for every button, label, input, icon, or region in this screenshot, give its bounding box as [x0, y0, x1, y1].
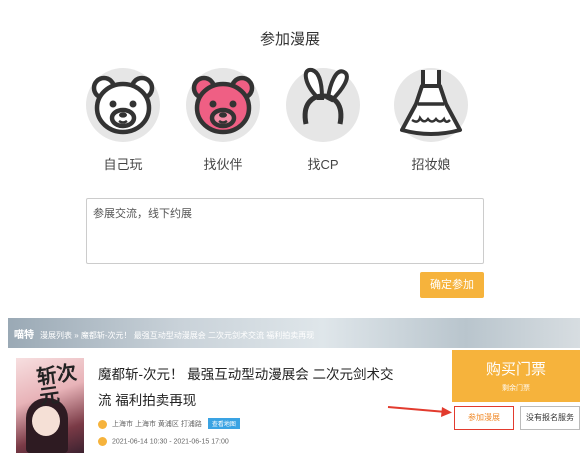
event-title[interactable]: 魔都斩-次元！ 最强互动型动漫展会 二次元剑术交流 福利拍卖再现: [98, 362, 398, 414]
bear-face-icon: [86, 68, 160, 142]
event-card: 喵特 漫展列表 » 魔都斩-次元！ 最强互动型动漫展会 二次元剑术交流 福利拍卖再…: [8, 318, 580, 453]
bunny-ears-headband-icon: [286, 67, 360, 142]
poster-figure-face: [32, 406, 60, 436]
section-title: 参加漫展: [259, 31, 320, 48]
option-label: 找伙伴: [203, 157, 243, 172]
dress-icon: [394, 68, 468, 142]
confirm-join-button[interactable]: 确定参加: [420, 272, 484, 298]
option-recruit-makeup[interactable]: 招妆娘: [386, 64, 476, 173]
event-address: 上海市 上海市 黄浦区 打浦路: [112, 421, 202, 428]
message-textarea[interactable]: 参展交流，线下约展: [86, 198, 484, 264]
option-label: 招妆娘: [411, 157, 451, 172]
buy-ticket-label: 购买门票: [485, 361, 546, 378]
view-map-button[interactable]: 查看地图: [207, 418, 240, 429]
no-registration-service-button[interactable]: 没有报名服务: [520, 406, 580, 430]
option-find-partner[interactable]: 找伙伴: [178, 64, 268, 173]
location-icon: [98, 419, 107, 429]
bear-face-icon: [186, 68, 260, 142]
buy-ticket-sub: 剩余门票: [502, 385, 530, 392]
pointer-arrow-icon: [387, 406, 452, 417]
breadcrumb: 喵特 漫展列表 » 魔都斩-次元！ 最强互动型动漫展会 二次元剑术交流 福利拍卖再…: [14, 326, 314, 341]
event-time: 2021-06-14 10:30 - 2021-06-15 17:00: [112, 438, 229, 446]
event-banner: 喵特 漫展列表 » 魔都斩-次元！ 最强互动型动漫展会 二次元剑术交流 福利拍卖再…: [8, 318, 580, 348]
option-label: 找CP: [307, 157, 339, 172]
join-expo-button[interactable]: 参加漫展: [454, 406, 514, 430]
clock-icon: [98, 437, 107, 446]
event-address-row: 上海市 上海市 黄浦区 打浦路 查看地图: [98, 418, 240, 429]
event-time-row: 2021-06-14 10:30 - 2021-06-15 17:00: [98, 437, 229, 446]
breadcrumb-text[interactable]: 漫展列表 » 魔都斩-次元！ 最强互动型动漫展会 二次元剑术交流 福利拍卖再现: [40, 331, 314, 340]
buy-ticket-button[interactable]: 购买门票 剩余门票: [452, 350, 580, 402]
site-logo[interactable]: 喵特: [14, 330, 34, 341]
option-find-cp[interactable]: 找CP: [278, 64, 368, 173]
event-poster[interactable]: 斩次元: [16, 358, 84, 453]
poster-title: 斩次元: [35, 359, 79, 409]
option-label: 自己玩: [103, 157, 143, 172]
option-play-alone[interactable]: 自己玩: [78, 64, 168, 173]
